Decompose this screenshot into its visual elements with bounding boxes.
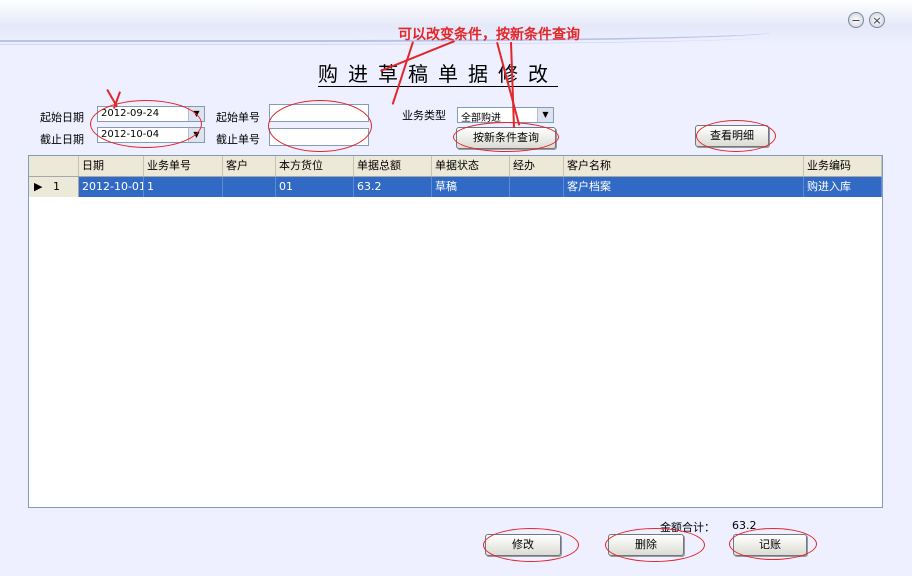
annotation-text: 可以改变条件，按新条件查询 — [398, 24, 580, 44]
end-date-value: 2012-10-04 — [101, 129, 159, 140]
end-date-picker[interactable]: 2012-10-04 ▼ — [97, 127, 205, 143]
delete-button[interactable]: 删除 — [608, 534, 684, 556]
cell-customer-name[interactable]: 客户档案 — [564, 177, 804, 197]
row-selector[interactable]: ▶ 1 — [29, 177, 79, 197]
start-no-label: 起始单号 — [216, 109, 260, 125]
biz-type-value: 全部购进 — [461, 109, 501, 124]
column-header-customer-name[interactable]: 客户名称 — [564, 156, 804, 176]
total-value: 63.2 — [732, 519, 757, 532]
cell-location[interactable]: 01 — [276, 177, 354, 197]
column-header-handler[interactable]: 经办 — [510, 156, 564, 176]
total-label: 金额合计： — [660, 519, 715, 535]
dropdown-arrow-icon[interactable]: ▼ — [188, 107, 204, 121]
cell-order-no[interactable]: 1 — [144, 177, 223, 197]
biz-type-select[interactable]: 全部购进 ▼ — [457, 107, 554, 123]
row-pointer-icon: ▶ — [34, 177, 42, 196]
post-button[interactable]: 记账 — [733, 534, 807, 556]
column-header-date[interactable]: 日期 — [79, 156, 144, 176]
title-swoosh-decoration-2 — [0, 34, 760, 45]
cell-handler[interactable] — [510, 177, 564, 197]
cell-customer[interactable] — [223, 177, 276, 197]
start-no-input[interactable] — [269, 104, 369, 122]
minimize-button[interactable]: − — [848, 12, 864, 28]
column-header-location[interactable]: 本方货位 — [276, 156, 354, 176]
row-number: 1 — [53, 177, 60, 196]
dropdown-arrow-icon[interactable]: ▼ — [537, 108, 553, 122]
start-date-value: 2012-09-24 — [101, 108, 159, 119]
cell-biz-code[interactable]: 购进入库 — [804, 177, 882, 197]
end-no-input[interactable] — [269, 128, 369, 146]
modify-button[interactable]: 修改 — [485, 534, 561, 556]
column-header-total[interactable]: 单据总额 — [354, 156, 432, 176]
close-button[interactable]: × — [869, 12, 885, 28]
row-header-corner — [29, 156, 79, 176]
view-detail-button[interactable]: 查看明细 — [695, 125, 769, 147]
query-new-button[interactable]: 按新条件查询 — [456, 127, 556, 149]
end-date-label: 截止日期 — [40, 131, 84, 147]
biz-type-label: 业务类型 — [402, 107, 446, 123]
cell-total[interactable]: 63.2 — [354, 177, 432, 197]
column-header-biz-code[interactable]: 业务编码 — [804, 156, 882, 176]
column-header-order-no[interactable]: 业务单号 — [144, 156, 223, 176]
cell-status[interactable]: 草稿 — [432, 177, 510, 197]
dropdown-arrow-icon[interactable]: ▼ — [188, 128, 204, 142]
column-header-status[interactable]: 单据状态 — [432, 156, 510, 176]
column-header-customer[interactable]: 客户 — [223, 156, 276, 176]
start-date-label: 起始日期 — [40, 109, 84, 125]
end-no-label: 截止单号 — [216, 131, 260, 147]
records-table[interactable]: 日期 业务单号 客户 本方货位 单据总额 单据状态 经办 客户名称 业务编码 ▶… — [28, 155, 883, 508]
table-row[interactable]: ▶ 1 2012-10-01 1 01 63.2 草稿 客户档案 购进入库 — [29, 177, 882, 197]
table-header: 日期 业务单号 客户 本方货位 单据总额 单据状态 经办 客户名称 业务编码 — [29, 156, 882, 177]
cell-date[interactable]: 2012-10-01 — [79, 177, 144, 197]
page-title: 购进草稿单据修改 — [318, 62, 558, 87]
